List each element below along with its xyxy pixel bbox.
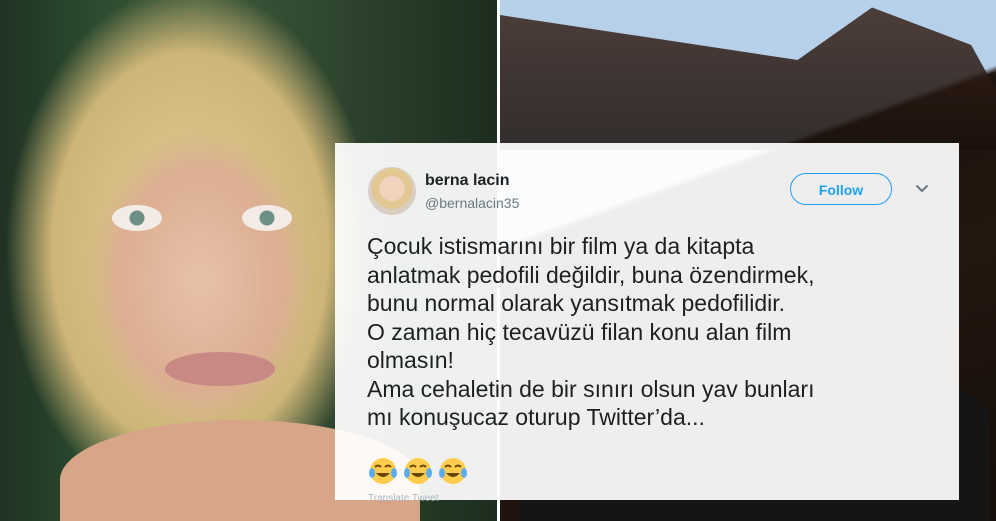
translate-tweet-link[interactable]: Translate Tweet: [368, 493, 439, 504]
face-with-tears-of-joy-icon: [369, 458, 397, 484]
tweet-text-line: O zaman hiç tecavüzü filan konu alan fil…: [367, 318, 792, 345]
user-handle[interactable]: @bernalacin35: [425, 195, 519, 211]
tweet-text-line: Çocuk istismarını bir film ya da kitapta: [367, 233, 755, 259]
left-eye: [112, 205, 162, 231]
tweet-text-line: bunu normal olarak yansıtmak pedofilidir…: [367, 290, 786, 316]
avatar[interactable]: [368, 167, 416, 215]
face-with-tears-of-joy-icon: [439, 458, 467, 484]
tweet-text-line: anlatmak pedofili değildir, buna özendir…: [367, 261, 815, 288]
hair: [500, 7, 996, 150]
right-eye: [242, 205, 292, 231]
tweet-text: Çocuk istismarını bir film ya da kitapta…: [367, 232, 937, 432]
tweet-card: berna lacin @bernalacin35 Follow Çocuk i…: [335, 143, 959, 504]
tweet-text-line: Ama cehaletin de bir sınırı olsun yav bu…: [367, 375, 815, 402]
follow-button[interactable]: Follow: [790, 173, 892, 205]
tweet-text-line: olmasın!: [367, 347, 454, 373]
lips: [165, 352, 275, 386]
tweet-text-line: mı konuşucaz oturup Twitter’da...: [367, 404, 705, 430]
emoji-row: [367, 455, 469, 487]
face-with-tears-of-joy-icon: [404, 458, 432, 484]
chevron-down-icon[interactable]: [913, 179, 931, 197]
display-name[interactable]: berna lacin: [425, 172, 509, 190]
